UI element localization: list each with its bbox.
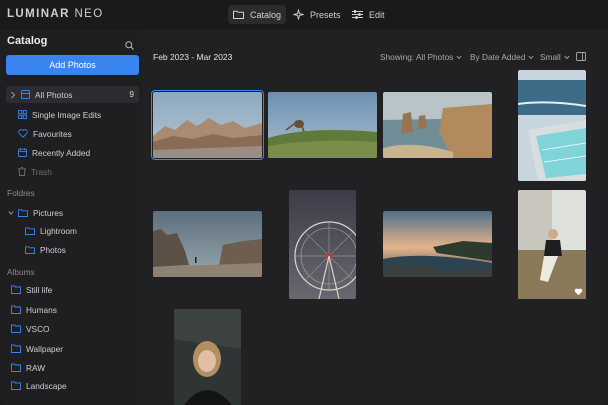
photo-ferris-wheel [289, 190, 356, 299]
all-photos-count: 9 [129, 89, 134, 99]
folder-icon [233, 10, 244, 19]
favourites-label: Favourites [33, 128, 72, 139]
heart-icon [18, 129, 28, 138]
photo-coastline [383, 92, 492, 158]
album-icon [11, 285, 21, 294]
date-range-heading: Feb 2023 - Mar 2023 [153, 52, 233, 62]
albums-heading: Albums [7, 267, 35, 277]
sidebar: Catalog Add Photos All Photos 9 Single I… [0, 29, 143, 405]
chevron-down-icon [456, 55, 462, 59]
app-logo: LUMINAR NEO [7, 8, 104, 20]
photo-thumbnail-coastline[interactable] [383, 92, 492, 158]
recently-added-label: Recently Added [32, 147, 91, 158]
heart-icon[interactable] [574, 288, 583, 296]
app-window: LUMINAR NEO Catalog Presets Edit Catalog… [0, 0, 608, 405]
photo-portrait [174, 309, 241, 405]
chevron-down-icon [564, 55, 570, 59]
chevron-down-icon [8, 210, 14, 215]
folders-heading: Foldres [7, 188, 35, 198]
photo-kangaroo [268, 92, 377, 158]
grid-icon [18, 110, 27, 119]
tab-edit-label: Edit [369, 9, 385, 20]
calendar-icon [18, 148, 27, 157]
photo-sea-stacks [153, 211, 262, 277]
photo-pool [518, 70, 586, 181]
album-landscape-label: Landscape [26, 380, 67, 391]
tab-edit[interactable]: Edit [347, 5, 390, 24]
sidebar-folder-pictures[interactable]: Pictures [8, 204, 63, 221]
sidebar-folder-lightroom[interactable]: Lightroom [25, 222, 77, 239]
album-icon [11, 324, 21, 333]
album-still-life-label: Still life [26, 284, 53, 295]
showing-filter-dropdown[interactable]: Showing: All Photos [380, 52, 462, 62]
photo-thumbnail-pool[interactable] [518, 70, 586, 181]
folder-lightroom-label: Lightroom [40, 225, 77, 236]
sort-label: By Date Added [470, 52, 526, 62]
sidebar-item-single-image-edits[interactable]: Single Image Edits [18, 106, 101, 123]
folder-icon [25, 226, 35, 235]
photo-thumbnail-mountains[interactable] [151, 90, 264, 160]
sidebar-item-recently-added[interactable]: Recently Added [18, 144, 90, 161]
folder-icon [25, 245, 35, 254]
single-image-edits-label: Single Image Edits [32, 109, 102, 120]
album-wallpaper-label: Wallpaper [26, 343, 64, 354]
sidebar-album-raw[interactable]: RAW [11, 359, 45, 376]
sidebar-album-landscape[interactable]: Landscape [11, 377, 67, 394]
tab-catalog[interactable]: Catalog [228, 5, 287, 24]
photo-thumbnail-sunset-coast[interactable] [383, 211, 492, 277]
photos-stack-icon [21, 90, 30, 99]
photo-sunset-coast [383, 211, 492, 277]
sidebar-album-vsco[interactable]: VSCO [11, 320, 50, 337]
sidebar-album-still-life[interactable]: Still life [11, 281, 52, 298]
trash-label: Trash [31, 166, 52, 177]
album-humans-label: Humans [26, 304, 57, 315]
add-photos-button[interactable]: Add Photos [6, 55, 139, 75]
sliders-icon [352, 10, 363, 19]
tab-presets[interactable]: Presets [288, 5, 346, 24]
sidebar-album-humans[interactable]: Humans [11, 301, 57, 318]
folder-photos-label: Photos [40, 244, 66, 255]
panel-icon [576, 52, 586, 61]
tab-catalog-label: Catalog [250, 9, 282, 20]
photo-thumbnail-woman-sitting[interactable] [518, 190, 586, 299]
thumbnail-size-label: Small [540, 52, 561, 62]
sidebar-item-trash[interactable]: Trash [18, 163, 52, 180]
trash-icon [18, 167, 26, 176]
sidebar-item-all-photos[interactable]: All Photos 9 [6, 86, 139, 103]
logo-text-bold: LUMINAR [7, 8, 70, 20]
photo-thumbnail-kangaroo[interactable] [268, 92, 377, 158]
top-bar: LUMINAR NEO Catalog Presets Edit [0, 0, 608, 29]
chevron-right-icon [11, 91, 16, 98]
photo-mountains [153, 92, 262, 158]
tab-presets-label: Presets [310, 9, 341, 20]
sidebar-folder-photos[interactable]: Photos [25, 241, 66, 258]
album-icon [11, 363, 21, 372]
toggle-panel-button[interactable] [576, 52, 586, 61]
folder-pictures-label: Pictures [33, 207, 63, 218]
thumbnail-size-dropdown[interactable]: Small [540, 52, 570, 62]
album-vsco-label: VSCO [26, 323, 50, 334]
album-icon [11, 344, 21, 353]
sidebar-album-wallpaper[interactable]: Wallpaper [11, 340, 63, 357]
folder-icon [18, 208, 28, 217]
search-icon [125, 41, 134, 50]
sidebar-item-favourites[interactable]: Favourites [18, 125, 72, 142]
sort-dropdown[interactable]: By Date Added [470, 52, 534, 62]
search-button[interactable] [125, 37, 134, 55]
album-raw-label: RAW [26, 362, 46, 373]
album-icon [11, 381, 21, 390]
photo-woman-sitting [518, 190, 586, 299]
photo-thumbnail-sea-stacks[interactable] [153, 211, 262, 277]
photo-thumbnail-ferris-wheel[interactable] [289, 190, 356, 299]
photo-thumbnail-portrait[interactable] [174, 309, 241, 405]
sparkle-icon [293, 9, 304, 20]
logo-text-thin: NEO [74, 8, 104, 20]
chevron-down-icon [528, 55, 534, 59]
album-icon [11, 305, 21, 314]
sidebar-title: Catalog [7, 35, 48, 47]
showing-filter-label: Showing: All Photos [380, 52, 454, 62]
all-photos-label: All Photos [35, 89, 73, 100]
